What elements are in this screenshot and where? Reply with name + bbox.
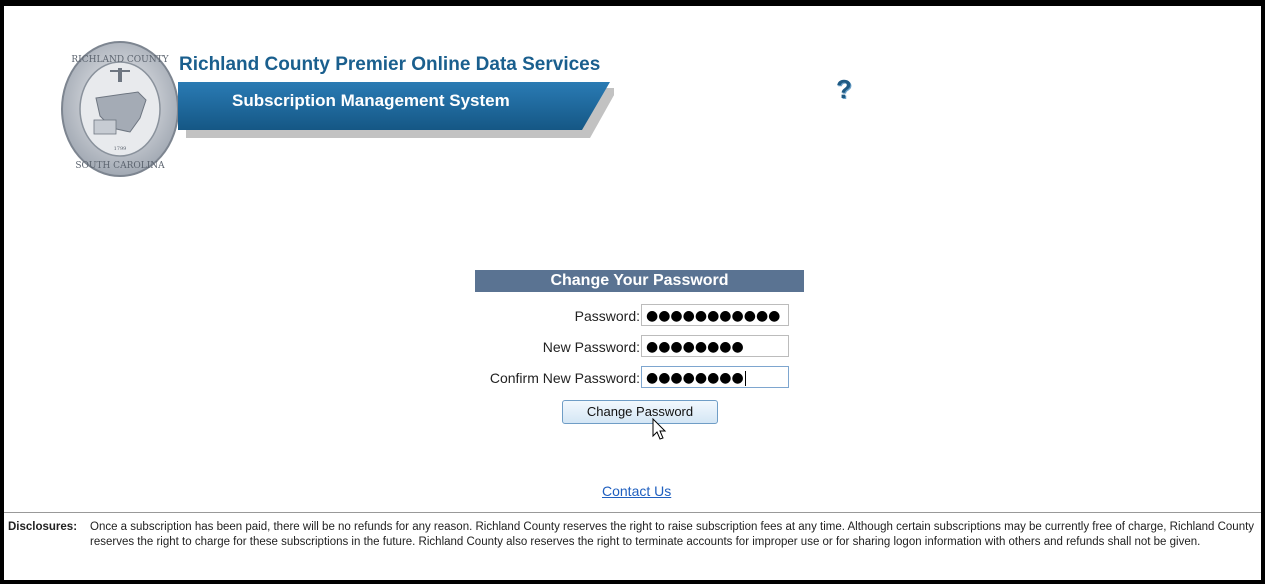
help-icon[interactable]: ? bbox=[836, 76, 852, 102]
new-password-field[interactable]: ●●●●●●●● bbox=[641, 335, 789, 357]
svg-text:1799: 1799 bbox=[114, 146, 127, 152]
password-label: Password: bbox=[574, 308, 640, 324]
contact-us-link[interactable]: Contact Us bbox=[602, 483, 671, 499]
change-password-button[interactable]: Change Password bbox=[562, 400, 718, 424]
disclosures-text: Once a subscription has been paid, there… bbox=[90, 521, 1255, 548]
site-title: Richland County Premier Online Data Serv… bbox=[179, 54, 601, 75]
text-caret bbox=[744, 370, 746, 386]
confirm-password-field[interactable]: ●●●●●●●● bbox=[641, 366, 789, 388]
mouse-pointer-icon bbox=[652, 418, 667, 440]
county-seal-logo: RICHLAND COUNTY SOUTH CAROLINA 1799 bbox=[61, 41, 179, 177]
footer-divider bbox=[4, 512, 1261, 513]
change-password-heading: Change Your Password bbox=[475, 270, 804, 292]
svg-text:RICHLAND COUNTY: RICHLAND COUNTY bbox=[71, 55, 169, 65]
svg-text:SOUTH CAROLINA: SOUTH CAROLINA bbox=[75, 161, 165, 171]
site-header: RICHLAND COUNTY SOUTH CAROLINA 1799 Rich… bbox=[4, 6, 1261, 196]
confirm-password-label: Confirm New Password: bbox=[489, 370, 640, 386]
page-frame: RICHLAND COUNTY SOUTH CAROLINA 1799 Rich… bbox=[4, 6, 1261, 580]
password-field[interactable]: ●●●●●●●●●●● bbox=[641, 304, 789, 326]
site-subtitle: Subscription Management System bbox=[232, 91, 510, 110]
new-password-label: New Password: bbox=[542, 339, 640, 355]
confirm-password-value: ●●●●●●●● bbox=[646, 370, 744, 386]
disclosures-label: Disclosures: bbox=[8, 521, 78, 533]
